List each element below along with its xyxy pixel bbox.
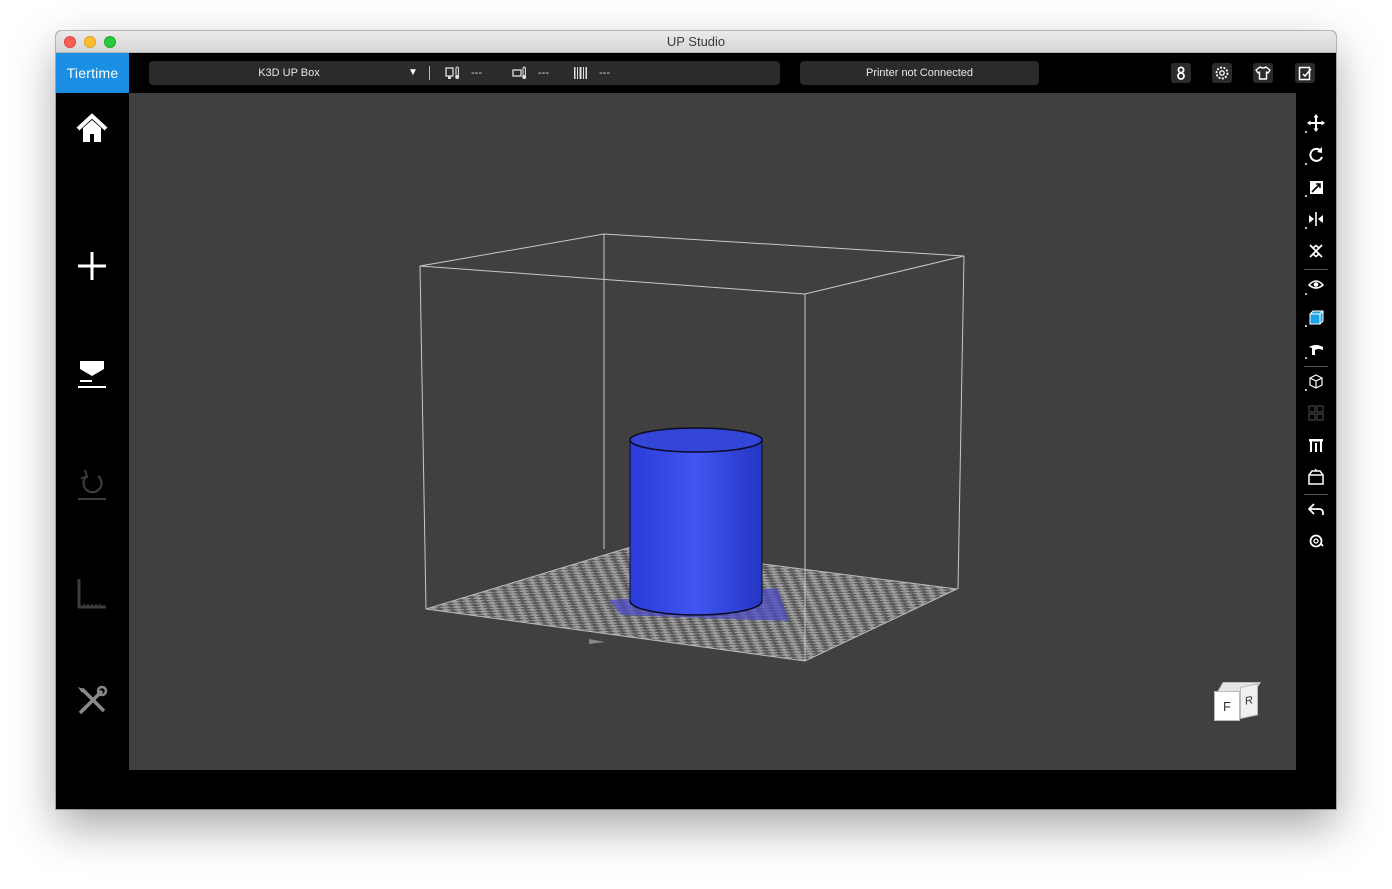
window-title: UP Studio [666,34,726,49]
bed-temperature-icon [512,66,527,79]
tiertime-logo: Tiertime [56,53,129,93]
shirt-icon[interactable] [1253,63,1273,83]
rotate-icon[interactable] [1300,141,1332,169]
3d-viewport[interactable]: F R [129,93,1296,770]
repair-icon[interactable] [1300,367,1332,395]
material-status: --- [573,61,633,85]
undo-icon[interactable] [1300,495,1332,523]
top-toolbar: Tiertime K3D UP Box ▼ --- --- --- Printe… [56,53,1336,93]
front-marker [589,639,605,644]
calibrate-icon[interactable] [72,464,112,504]
nozzle-temperature-value: --- [471,67,482,79]
clipboard-icon[interactable] [1295,63,1315,83]
scene[interactable] [129,93,1296,770]
chevron-down-icon[interactable]: ▼ [408,61,418,85]
solid-view-icon[interactable] [1300,303,1332,331]
level-icon[interactable] [72,573,112,613]
layout-icon[interactable] [1300,399,1332,427]
reset-icon[interactable] [1300,527,1332,555]
account-icon[interactable] [1171,63,1191,83]
maintenance-icon[interactable] [72,681,112,721]
settings-gear-icon[interactable] [1212,63,1232,83]
toolbar-divider [1304,269,1328,270]
nozzle-temperature: --- [445,61,505,85]
move-icon[interactable] [1300,109,1332,137]
add-icon[interactable] [72,246,112,286]
home-icon[interactable] [72,108,112,148]
scale-icon[interactable] [1300,173,1332,201]
bed-temperature: --- [512,61,572,85]
divider [429,66,430,80]
app-window: UP Studio Tiertime K3D UP Box ▼ --- --- … [56,31,1336,809]
status-footer [56,770,1336,809]
printer-name[interactable]: K3D UP Box [149,61,429,85]
nav-cube-right[interactable]: R [1240,683,1258,719]
connection-status[interactable]: Printer not Connected [800,61,1039,85]
open-project-icon[interactable] [1300,463,1332,491]
bed-temperature-value: --- [538,67,549,79]
material-value: --- [599,67,610,79]
printer-selector[interactable]: K3D UP Box ▼ --- --- --- [149,61,780,85]
mirror-icon[interactable] [1300,205,1332,233]
support-icon[interactable] [1300,431,1332,459]
auto-place-icon[interactable] [1300,237,1332,265]
title-bar[interactable]: UP Studio [56,31,1336,53]
nav-cube-front[interactable]: F [1214,691,1240,721]
cylinder-model[interactable] [629,427,763,616]
nozzle-temperature-icon [445,66,460,79]
print-icon[interactable] [72,355,112,395]
view-icon[interactable] [1300,271,1332,299]
left-sidebar [56,93,129,770]
edit-view-icon[interactable] [1300,335,1332,363]
filament-icon [574,67,587,79]
right-toolbar [1296,93,1336,770]
navigation-cube[interactable]: F R [1214,681,1264,729]
